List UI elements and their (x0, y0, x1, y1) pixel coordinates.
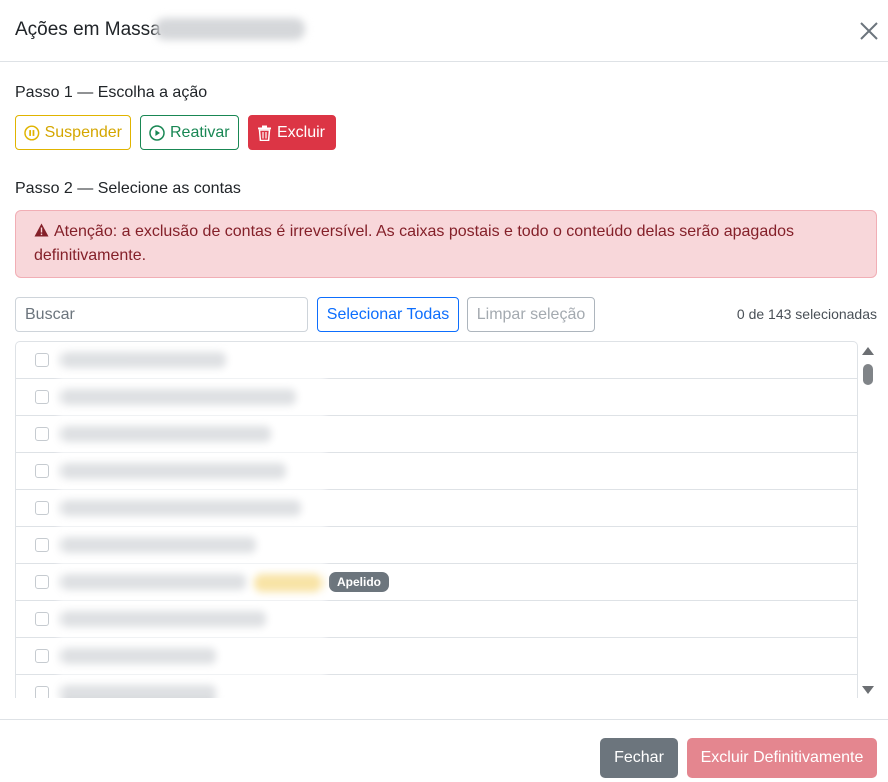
scroll-down-arrow-icon[interactable] (862, 686, 874, 694)
delete-button[interactable]: Excluir (248, 115, 336, 150)
row-checkbox[interactable] (35, 575, 49, 589)
modal-title: Ações em Massa (15, 19, 161, 40)
row-checkbox[interactable] (35, 686, 49, 698)
row-checkbox[interactable] (35, 612, 49, 626)
scroll-up-arrow-icon[interactable] (862, 347, 874, 355)
row-checkbox[interactable] (35, 464, 49, 478)
row-checkbox[interactable] (35, 390, 49, 404)
modal-header: Ações em Massa (0, 0, 888, 62)
list-scrollbar[interactable] (860, 341, 876, 698)
pause-circle-icon (24, 124, 40, 141)
privacy-blur-overlay (58, 342, 326, 698)
clear-selection-button[interactable]: Limpar seleção (467, 297, 595, 332)
step2-label: Passo 2 — Selecione as contas (15, 180, 241, 197)
alert-text: Atenção: a exclusão de contas é irrevers… (34, 223, 795, 264)
reactivate-label: Reativar (170, 123, 230, 141)
row-checkbox[interactable] (35, 538, 49, 552)
row-checkbox[interactable] (35, 427, 49, 441)
search-input[interactable] (15, 297, 308, 332)
warning-triangle-icon (34, 223, 49, 237)
suspend-button[interactable]: Suspender (15, 115, 131, 150)
row-checkbox[interactable] (35, 649, 49, 663)
redacted-domain (155, 18, 305, 40)
scrollbar-thumb[interactable] (863, 364, 873, 385)
step1-label: Passo 1 — Escolha a ação (15, 84, 208, 101)
selection-count: 0 de 143 selecionadas (736, 306, 877, 322)
trash-icon (258, 125, 271, 141)
danger-alert: Atenção: a exclusão de contas é irrevers… (15, 210, 877, 278)
account-list: Apelido (15, 341, 858, 698)
row-checkbox[interactable] (35, 353, 49, 367)
suspend-label: Suspender (44, 123, 122, 141)
reactivate-button[interactable]: Reativar (140, 115, 239, 150)
play-circle-icon (149, 124, 165, 141)
close-icon[interactable] (858, 20, 880, 42)
delete-permanently-button[interactable]: Excluir Definitivamente (687, 738, 877, 778)
delete-label: Excluir (277, 123, 326, 141)
close-button[interactable]: Fechar (600, 738, 678, 778)
row-checkbox[interactable] (35, 501, 49, 515)
select-all-button[interactable]: Selecionar Todas (317, 297, 459, 332)
alias-badge: Apelido (329, 572, 389, 592)
